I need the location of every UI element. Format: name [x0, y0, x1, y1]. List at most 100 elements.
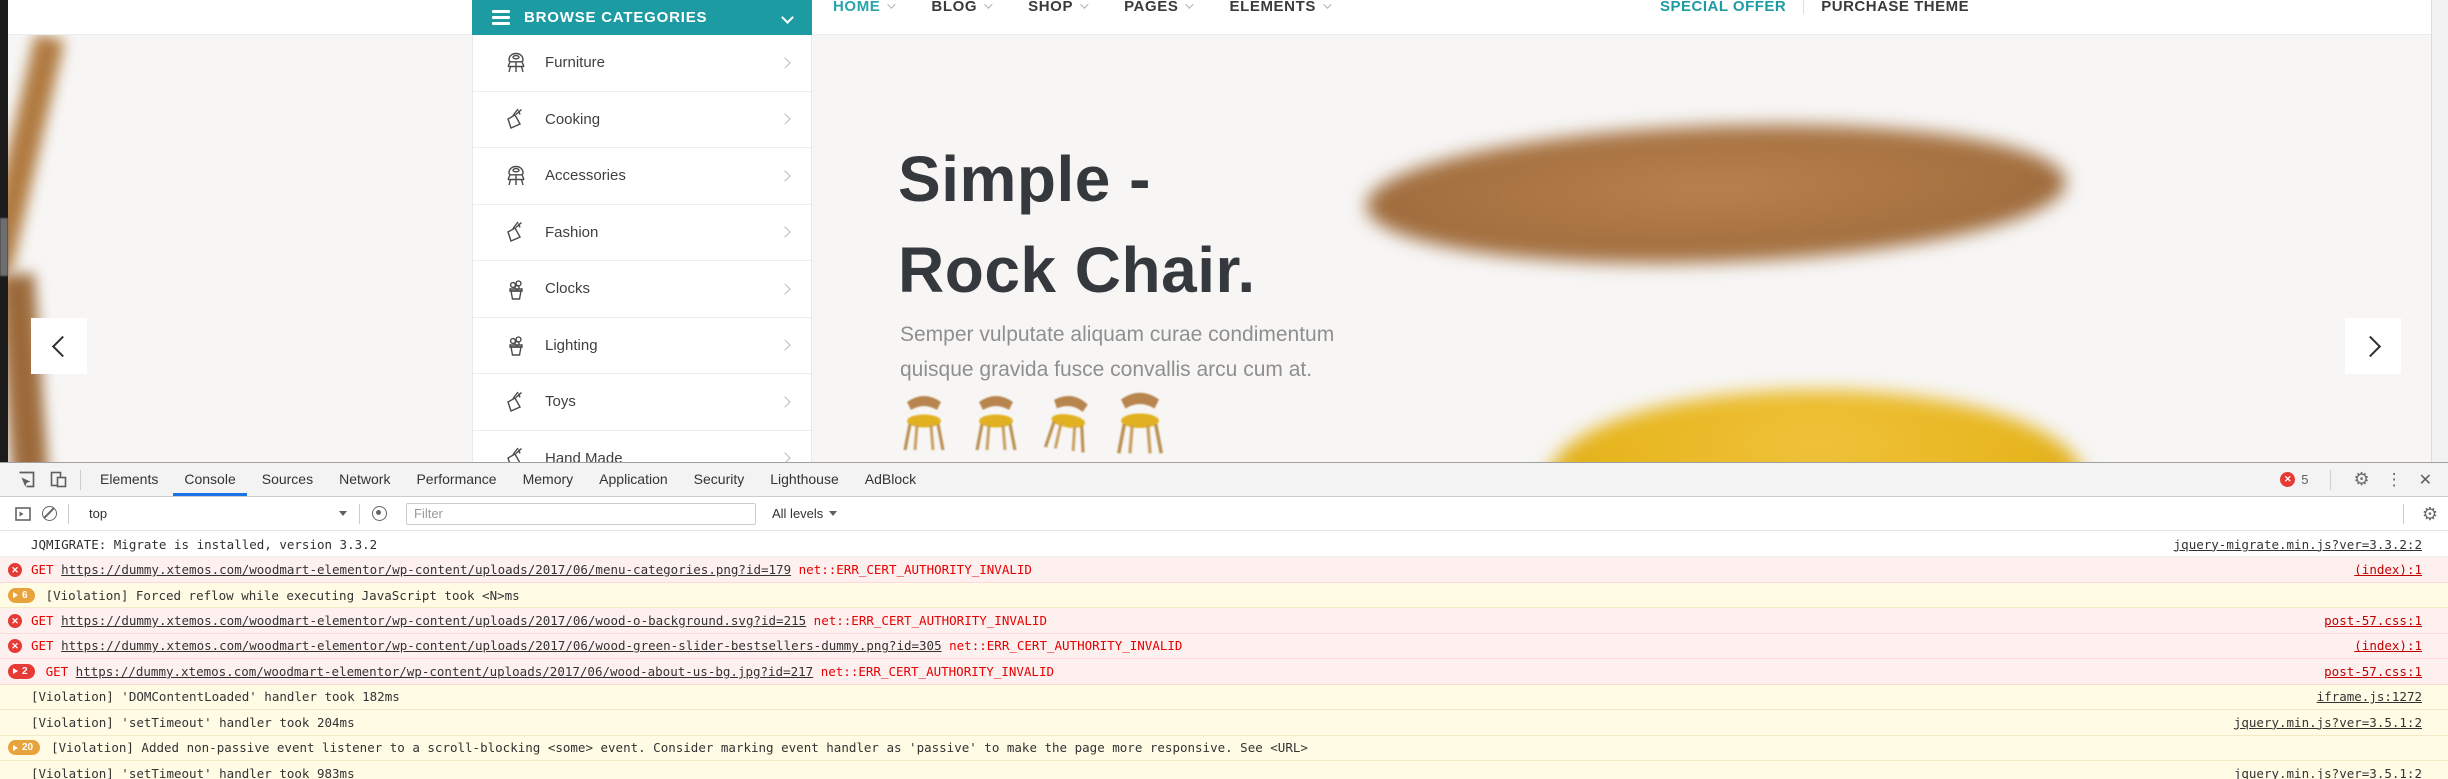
category-item-accessories[interactable]: Accessories — [473, 148, 811, 205]
console-source-link[interactable]: jquery.min.js?ver=3.5.1:2 — [2214, 715, 2448, 730]
chair-icon — [503, 50, 529, 76]
tab-security[interactable]: Security — [681, 463, 758, 496]
category-item-toys[interactable]: Toys — [473, 374, 811, 431]
expand-arrow-icon — [13, 592, 18, 599]
tab-performance[interactable]: Performance — [403, 463, 509, 496]
console-source-link[interactable]: (index):1 — [2334, 638, 2448, 653]
chevron-right-icon — [2359, 335, 2381, 357]
console-settings-gear-icon[interactable]: ⚙ — [2422, 504, 2438, 525]
console-message-text: net::ERR_CERT_AUTHORITY_INVALID — [941, 638, 1183, 654]
console-source-link[interactable]: iframe.js:1272 — [2297, 689, 2448, 704]
category-item-clocks[interactable]: Clocks — [473, 261, 811, 318]
console-message-text: GET — [31, 638, 62, 654]
nav-item-blog[interactable]: BLOG — [931, 0, 993, 15]
console-messages: JQMIGRATE: Migrate is installed, version… — [0, 532, 2448, 779]
chair-backrest-image — [1363, 113, 2069, 275]
device-toolbar-icon[interactable] — [42, 466, 74, 494]
tab-lighthouse[interactable]: Lighthouse — [757, 463, 852, 496]
console-row: ✕ GET https://dummy.xtemos.com/woodmart-e… — [0, 633, 2448, 660]
category-item-lighting[interactable]: Lighting — [473, 317, 811, 374]
chevron-left-icon — [51, 335, 73, 357]
divider — [80, 469, 81, 490]
live-expression-eye-icon[interactable] — [366, 502, 392, 526]
dropdown-arrow-icon — [829, 511, 838, 516]
message-count-badge[interactable]: 20 — [8, 740, 41, 756]
nav-item-home[interactable]: HOME — [833, 0, 897, 15]
chevron-right-icon — [779, 170, 791, 182]
context-label: top — [89, 506, 108, 521]
clear-console-icon[interactable] — [36, 502, 62, 526]
console-url-link[interactable]: https://dummy.xtemos.com/woodmart-elemen… — [76, 664, 814, 679]
nav-item-elements[interactable]: ELEMENTS — [1229, 0, 1332, 15]
nav-label: ELEMENTS — [1229, 0, 1316, 15]
console-source-link[interactable]: (index):1 — [2334, 562, 2448, 577]
console-source-link[interactable]: jquery-migrate.min.js?ver=3.3.2:2 — [2154, 537, 2448, 552]
header-link-special-offer[interactable]: SPECIAL OFFER — [1660, 0, 1786, 15]
javascript-context-select[interactable]: top — [83, 506, 353, 521]
page-scrollbar[interactable] — [2431, 0, 2448, 462]
tab-application[interactable]: Application — [586, 463, 681, 496]
nav-item-pages[interactable]: PAGES — [1124, 0, 1195, 15]
chevron-down-icon — [1323, 0, 1332, 9]
chair-thumbnail-1[interactable] — [898, 394, 950, 452]
console-message: [Violation] Forced reflow while executin… — [46, 588, 520, 603]
kebab-menu-icon[interactable]: ⋮ — [2386, 470, 2403, 490]
plant-pot-icon — [503, 332, 529, 358]
console-url-link[interactable]: https://dummy.xtemos.com/woodmart-elemen… — [61, 638, 942, 653]
console-url-link[interactable]: https://dummy.xtemos.com/woodmart-elemen… — [61, 562, 791, 577]
left-scrollbar[interactable] — [0, 0, 8, 462]
expand-arrow-icon — [13, 744, 18, 751]
category-label: Clocks — [545, 280, 591, 298]
message-count-badge[interactable]: 6 — [8, 587, 35, 603]
error-count-badge[interactable]: ✕ 5 — [2280, 472, 2308, 487]
header-link-purchase-theme[interactable]: PURCHASE THEME — [1821, 0, 1969, 15]
tab-elements[interactable]: Elements — [87, 463, 171, 496]
close-devtools-icon[interactable]: ✕ — [2419, 470, 2432, 490]
tab-console[interactable]: Console — [171, 463, 248, 496]
expand-arrow-icon — [13, 668, 18, 675]
console-message-text: GET — [31, 562, 62, 578]
console-sidebar-icon[interactable] — [10, 502, 36, 526]
console-row: 20 [Violation] Added non-passive event li… — [0, 735, 2448, 761]
category-item-hand-made[interactable]: Hand Made — [473, 430, 811, 462]
chair-thumbnail-3[interactable] — [1042, 394, 1094, 453]
site-header: HOME BLOG SHOP PAGES ELEMENTS SPECIAL OFFER P… — [8, 0, 2431, 35]
chevron-right-icon — [779, 283, 791, 295]
hero-title-line1: Simple - — [898, 143, 1151, 215]
slider-prev-button[interactable] — [31, 318, 87, 374]
console-toolbar-right: ⚙ — [2397, 497, 2438, 531]
category-item-furniture[interactable]: Furniture — [473, 35, 811, 92]
chair-thumbnails — [898, 392, 1166, 454]
chevron-down-icon — [887, 0, 897, 9]
browse-categories-button[interactable]: BROWSE CATEGORIES — [472, 0, 812, 35]
console-source-link[interactable]: post-57.css:1 — [2304, 613, 2448, 628]
chair-thumbnail-2[interactable] — [970, 394, 1022, 452]
settings-gear-icon[interactable]: ⚙ — [2353, 469, 2369, 490]
chair-thumbnail-4[interactable] — [1114, 392, 1166, 454]
log-levels-select[interactable]: All levels — [772, 506, 838, 521]
console-url-link[interactable]: https://dummy.xtemos.com/woodmart-elemen… — [61, 613, 806, 628]
left-scrollbar-thumb[interactable] — [0, 218, 8, 276]
tab-memory[interactable]: Memory — [510, 463, 587, 496]
category-label: Lighting — [545, 336, 598, 354]
console-message: GET https://dummy.xtemos.com/woodmart-el… — [46, 664, 1054, 679]
tab-network[interactable]: Network — [326, 463, 403, 496]
category-item-fashion[interactable]: Fashion — [473, 204, 811, 261]
slider-next-button[interactable] — [2345, 318, 2401, 374]
message-count-badge[interactable]: 2 — [8, 663, 35, 679]
chevron-right-icon — [779, 396, 791, 408]
inspect-element-icon[interactable] — [10, 466, 42, 494]
divider — [2330, 469, 2332, 490]
main-nav: HOME BLOG SHOP PAGES ELEMENTS — [833, 0, 1332, 21]
nav-item-shop[interactable]: SHOP — [1028, 0, 1089, 15]
console-filter-input[interactable] — [406, 502, 756, 525]
category-item-cooking[interactable]: Cooking — [473, 91, 811, 148]
console-source-link[interactable]: jquery.min.js?ver=3.5.1:2 — [2214, 766, 2448, 779]
tab-sources[interactable]: Sources — [249, 463, 326, 496]
chevron-down-icon — [984, 0, 993, 9]
tab-adblock[interactable]: AdBlock — [852, 463, 929, 496]
knife-block-icon — [503, 106, 529, 132]
console-source-link[interactable]: post-57.css:1 — [2304, 664, 2448, 679]
chevron-right-icon — [779, 113, 791, 125]
console-message-text: [Violation] 'setTimeout' handler took 20… — [31, 714, 355, 730]
